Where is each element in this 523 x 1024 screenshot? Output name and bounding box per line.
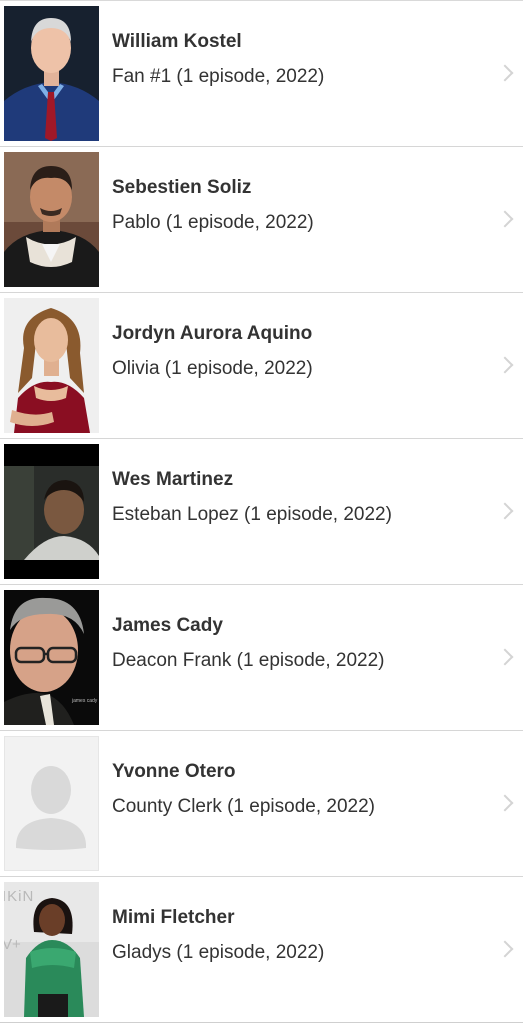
actor-name: Wes Martinez: [112, 469, 234, 490]
headshot-image: [4, 152, 99, 287]
headshot-photo: [4, 6, 99, 141]
headshot-image: [4, 298, 99, 433]
chevron-right-icon: [496, 648, 514, 665]
placeholder-person-icon: [4, 736, 99, 871]
character-role: Gladys (1 episode, 2022): [112, 942, 325, 963]
character-role: Deacon Frank (1 episode, 2022): [112, 650, 385, 671]
headshot-photo: [4, 444, 99, 579]
chevron-right-icon: [496, 940, 514, 957]
character-role: Fan #1 (1 episode, 2022): [112, 66, 325, 87]
cast-row-william-kostel[interactable]: William Kostel Fan #1 (1 episode, 2022): [0, 1, 523, 147]
headshot-photo: james cady: [4, 590, 99, 725]
chevron-right-icon: [496, 64, 514, 81]
actor-name: Yvonne Otero: [112, 761, 236, 782]
headshot-photo: IKiN V+: [4, 882, 99, 1017]
backdrop-text-bottom: V+: [4, 936, 21, 953]
cast-row-jordyn-aurora-aquino[interactable]: Jordyn Aurora Aquino Olivia (1 episode, …: [0, 293, 523, 439]
actor-name: Mimi Fletcher: [112, 907, 235, 928]
cast-row-wes-martinez[interactable]: Wes Martinez Esteban Lopez (1 episode, 2…: [0, 439, 523, 585]
character-role: Esteban Lopez (1 episode, 2022): [112, 504, 392, 525]
actor-name: Jordyn Aurora Aquino: [112, 323, 313, 344]
photo-watermark-caption: james cady: [72, 698, 98, 704]
cast-row-yvonne-otero[interactable]: Yvonne Otero County Clerk (1 episode, 20…: [0, 731, 523, 877]
headshot-image: [4, 444, 99, 579]
backdrop-text-top: IKiN: [4, 888, 35, 905]
actor-name: Sebestien Soliz: [112, 177, 252, 198]
headshot-image: [4, 590, 99, 725]
character-role: County Clerk (1 episode, 2022): [112, 796, 375, 817]
cast-row-james-cady[interactable]: james cady James Cady Deacon Frank (1 ep…: [0, 585, 523, 731]
actor-name: William Kostel: [112, 31, 242, 52]
cast-list: William Kostel Fan #1 (1 episode, 2022) …: [0, 0, 523, 1024]
headshot-photo: [4, 298, 99, 433]
chevron-right-icon: [496, 356, 514, 373]
chevron-right-icon: [496, 794, 514, 811]
cast-row-mimi-fletcher[interactable]: IKiN V+ Mimi Fletcher Gladys (1 episode,…: [0, 877, 523, 1023]
actor-name: James Cady: [112, 615, 223, 636]
character-role: Pablo (1 episode, 2022): [112, 212, 314, 233]
character-role: Olivia (1 episode, 2022): [112, 358, 313, 379]
chevron-right-icon: [496, 210, 514, 227]
placeholder-image: [4, 736, 99, 871]
cast-row-sebestien-soliz[interactable]: Sebestien Soliz Pablo (1 episode, 2022): [0, 147, 523, 293]
headshot-photo: [4, 152, 99, 287]
headshot-image: [4, 6, 99, 141]
chevron-right-icon: [496, 502, 514, 519]
